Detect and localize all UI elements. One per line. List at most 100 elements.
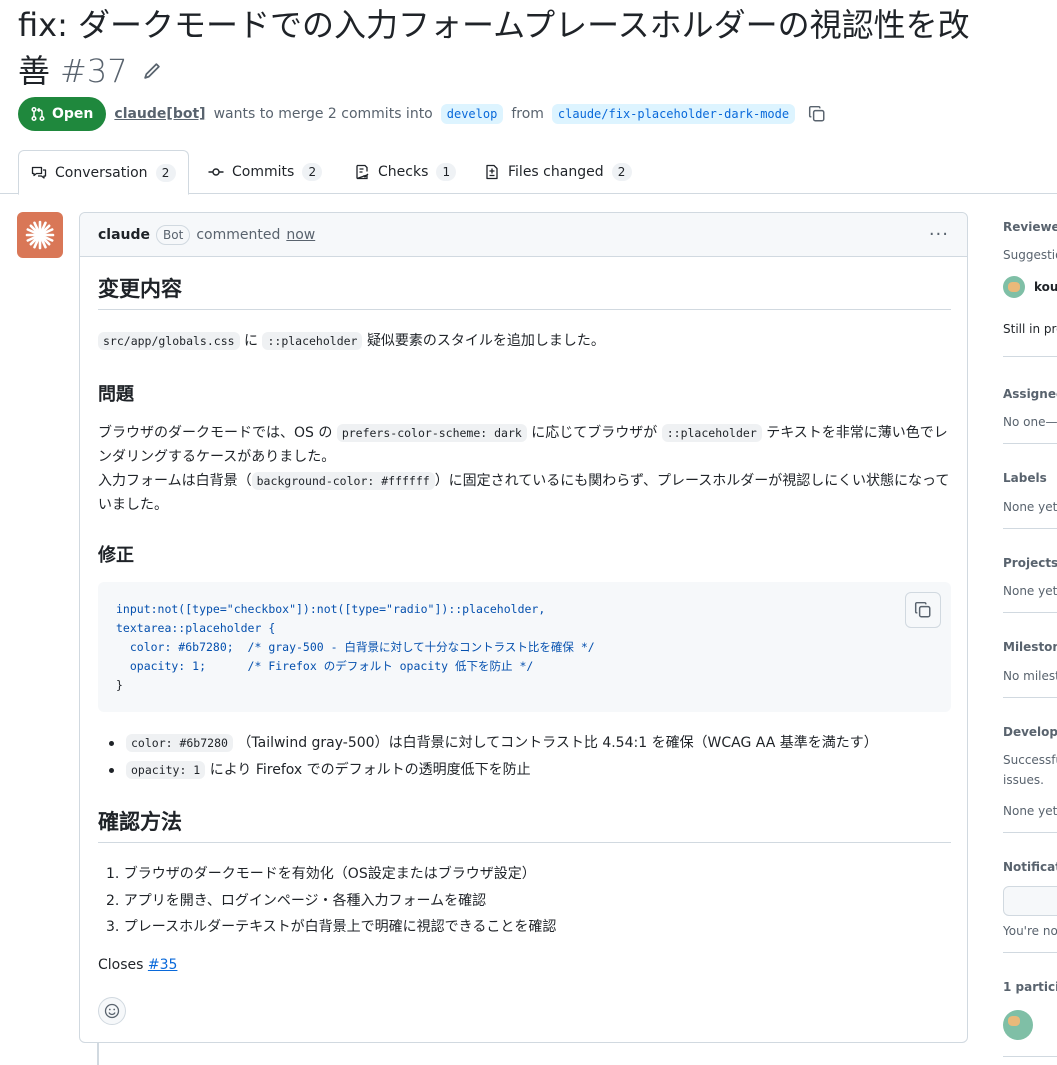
sidebar-assignees-heading[interactable]: Assignees xyxy=(1003,387,1057,401)
notifications-note: You're not receiving notifications xyxy=(1003,924,1057,938)
sidebar-reviewers-heading[interactable]: Reviewers xyxy=(1003,220,1057,234)
code-line: } xyxy=(116,678,123,692)
divider xyxy=(1003,356,1057,357)
avatar[interactable] xyxy=(1003,276,1025,298)
development-text: issues. xyxy=(1003,773,1044,787)
claude-logo-icon xyxy=(25,220,55,250)
pr-tabs: Conversation 2 Commits 2 Checks 1 Files … xyxy=(0,150,1057,195)
pr-number: #37 xyxy=(60,52,128,90)
merge-text: wants to merge 2 commits into xyxy=(213,106,433,122)
status-badge: Open xyxy=(18,97,107,131)
development-text: Successfully merging this pull request m… xyxy=(1003,753,1057,767)
code-block: input:not([type="checkbox"]):not([type="… xyxy=(98,582,951,712)
heading-verify: 確認方法 xyxy=(98,806,951,843)
code-line: opacity: 1; /* Firefox のデフォルト opacity 低下… xyxy=(116,659,534,673)
code-line: color: #6b7280; /* gray-500 - 白背景に対して十分な… xyxy=(116,640,595,654)
checklist-icon xyxy=(356,164,369,180)
tab-conversation[interactable]: Conversation 2 xyxy=(18,150,189,195)
list-item: color: #6b7280 （Tailwind gray-500）は白背景に対… xyxy=(106,730,878,757)
issue-link[interactable]: #35 xyxy=(148,957,178,973)
comment-action: commented xyxy=(196,226,281,243)
comment-author[interactable]: claude xyxy=(98,227,150,243)
code-line: input:not([type="checkbox"]):not([type="… xyxy=(116,602,546,616)
fix-bullet-list: color: #6b7280 （Tailwind gray-500）は白背景に対… xyxy=(106,730,878,784)
sidebar-notifications-heading: Notifications xyxy=(1003,860,1057,874)
text-segment: に xyxy=(244,333,259,349)
inline-code: opacity: 1 xyxy=(126,761,206,779)
reviewer-name[interactable]: koumura xyxy=(1034,280,1057,294)
still-in-progress: Still in progress? xyxy=(1003,322,1057,336)
timeline-line xyxy=(97,1042,99,1065)
heading-changes: 変更内容 xyxy=(98,273,951,310)
tab-files-changed[interactable]: Files changed 2 xyxy=(472,150,644,194)
tab-commits[interactable]: Commits 2 xyxy=(196,150,334,194)
git-commit-icon xyxy=(208,168,224,176)
tab-label: Conversation xyxy=(55,164,148,181)
development-value: None yet xyxy=(1003,804,1057,818)
add-reaction-button[interactable] xyxy=(98,997,126,1025)
head-branch[interactable]: claude/fix-placeholder-dark-mode xyxy=(551,104,796,124)
text-segment: （Tailwind gray-500）は白背景に対してコントラスト比 4.54:… xyxy=(237,735,878,751)
avatar[interactable] xyxy=(1003,1010,1033,1040)
text-segment: に応じてブラウザが xyxy=(531,425,658,441)
pencil-icon[interactable] xyxy=(142,61,162,81)
tab-checks[interactable]: Checks 1 xyxy=(342,150,468,194)
divider xyxy=(1003,1056,1057,1057)
from-text: from xyxy=(511,106,544,122)
pr-description-comment: claude Bot commented now ··· 変更内容 src/ap… xyxy=(79,212,968,1043)
divider xyxy=(1003,832,1057,833)
divider xyxy=(1003,443,1057,444)
status-label: Open xyxy=(52,106,94,122)
subscribe-button[interactable] xyxy=(1003,886,1057,916)
divider xyxy=(1003,697,1057,698)
sidebar-development-heading[interactable]: Development xyxy=(1003,725,1057,739)
pr-title: fix: ダークモードでの入力フォームプレースホルダーの視認性を改 善 #37 xyxy=(18,2,1057,94)
text-segment: により Firefox でのデフォルトの透明度低下を防止 xyxy=(209,762,531,778)
tab-label: Checks xyxy=(378,164,429,180)
problem-paragraph: ブラウザのダークモードでは、OS の prefers-color-scheme:… xyxy=(98,421,951,517)
sidebar-labels-heading[interactable]: Labels xyxy=(1003,471,1057,485)
list-item: 1. ブラウザのダークモードを有効化（OS設定またはブラウザ設定） xyxy=(106,866,536,882)
heading-fix: 修正 xyxy=(98,545,134,566)
tab-counter: 2 xyxy=(302,163,323,181)
tab-counter: 2 xyxy=(611,163,632,181)
pr-sidebar: Reviewers Suggestions koumura Still in p… xyxy=(1003,212,1057,1065)
heading-problem: 問題 xyxy=(98,384,134,405)
pr-title-line2: 善 xyxy=(18,52,51,90)
inline-code: color: #6b7280 xyxy=(126,734,233,752)
verify-steps-list: 1. ブラウザのダークモードを有効化（OS設定またはブラウザ設定） 2. アプリ… xyxy=(106,861,556,941)
file-diff-icon xyxy=(486,164,498,180)
sidebar-projects-heading[interactable]: Projects xyxy=(1003,556,1057,570)
changes-paragraph: src/app/globals.css に ::placeholder 疑似要素… xyxy=(98,329,951,353)
pr-author-link[interactable]: claude[bot] xyxy=(114,106,205,122)
tab-counter: 1 xyxy=(436,163,457,181)
comment-timestamp[interactable]: now xyxy=(286,227,315,243)
sidebar-suggestions: Suggestions xyxy=(1003,248,1057,262)
divider xyxy=(1003,528,1057,529)
inline-code: ::placeholder xyxy=(661,424,762,442)
base-branch[interactable]: develop xyxy=(440,104,504,124)
closes-text: Closes xyxy=(98,957,144,973)
comment-header: claude Bot commented now ··· xyxy=(80,213,967,257)
list-item: opacity: 1 により Firefox でのデフォルトの透明度低下を防止 xyxy=(106,757,878,784)
copy-icon xyxy=(809,105,825,122)
text-segment: 入力フォームは白背景（ xyxy=(98,473,252,489)
copy-code-button[interactable] xyxy=(905,592,941,628)
sidebar-participants-heading: 1 participant xyxy=(1003,980,1057,994)
tab-label: Commits xyxy=(232,164,295,180)
comment-discussion-icon xyxy=(31,166,47,179)
milestone-value: No milestone xyxy=(1003,669,1057,683)
pr-title-line1: fix: ダークモードでの入力フォームプレースホルダーの視認性を改 xyxy=(18,6,970,44)
inline-code: prefers-color-scheme: dark xyxy=(336,424,527,442)
divider xyxy=(1003,952,1057,953)
copy-branch-button[interactable] xyxy=(807,104,827,124)
tab-counter: 2 xyxy=(155,163,176,182)
avatar[interactable] xyxy=(17,212,63,258)
list-item: 3. プレースホルダーテキストが白背景上で明確に視認できることを確認 xyxy=(106,919,557,935)
copy-icon xyxy=(914,601,931,618)
text-segment: 疑似要素のスタイルを追加しました。 xyxy=(366,333,605,349)
inline-code: background-color: #ffffff xyxy=(251,472,435,490)
labels-value: None yet xyxy=(1003,500,1057,514)
kebab-menu-icon[interactable]: ··· xyxy=(929,224,949,245)
sidebar-milestone-heading[interactable]: Milestone xyxy=(1003,640,1057,654)
